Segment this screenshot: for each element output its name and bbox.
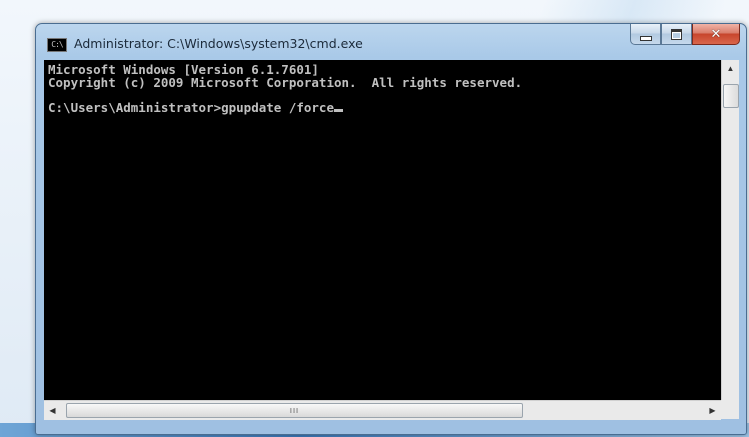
scroll-right-arrow-icon[interactable]: ▶ [704,401,721,420]
cmd-window: C:\ Administrator: C:\Windows\system32\c… [35,23,747,435]
cmd-app-icon[interactable]: C:\ [47,38,67,52]
scroll-up-arrow-icon[interactable]: ▲ [722,60,739,77]
scroll-grip-icon: III [289,406,300,415]
minimize-icon [639,35,652,41]
vertical-scrollbar[interactable]: ▲ ▼ [721,60,739,419]
minimize-button[interactable] [630,24,661,45]
console-line: Copyright (c) 2009 Microsoft Corporation… [48,74,523,90]
horizontal-scroll-thumb[interactable]: III [66,403,523,418]
vertical-scroll-thumb[interactable] [723,84,739,108]
command-prompt-line: C:\Users\Administrator>gpupdate /force [48,99,334,115]
scrollbar-corner [721,400,738,419]
text-cursor [333,108,343,112]
scroll-left-arrow-icon[interactable]: ◀ [44,401,61,420]
close-icon: ✕ [710,26,722,42]
maximize-icon [671,28,682,40]
title-bar[interactable]: C:\ Administrator: C:\Windows\system32\c… [36,24,746,60]
horizontal-scrollbar[interactable]: ◀ III ▶ [44,400,721,420]
close-button[interactable]: ✕ [692,24,740,45]
maximize-button[interactable] [661,24,692,45]
window-controls: ✕ [630,24,740,45]
console-output[interactable]: Microsoft Windows [Version 6.1.7601] Cop… [44,60,721,419]
window-title: Administrator: C:\Windows\system32\cmd.e… [74,36,363,51]
